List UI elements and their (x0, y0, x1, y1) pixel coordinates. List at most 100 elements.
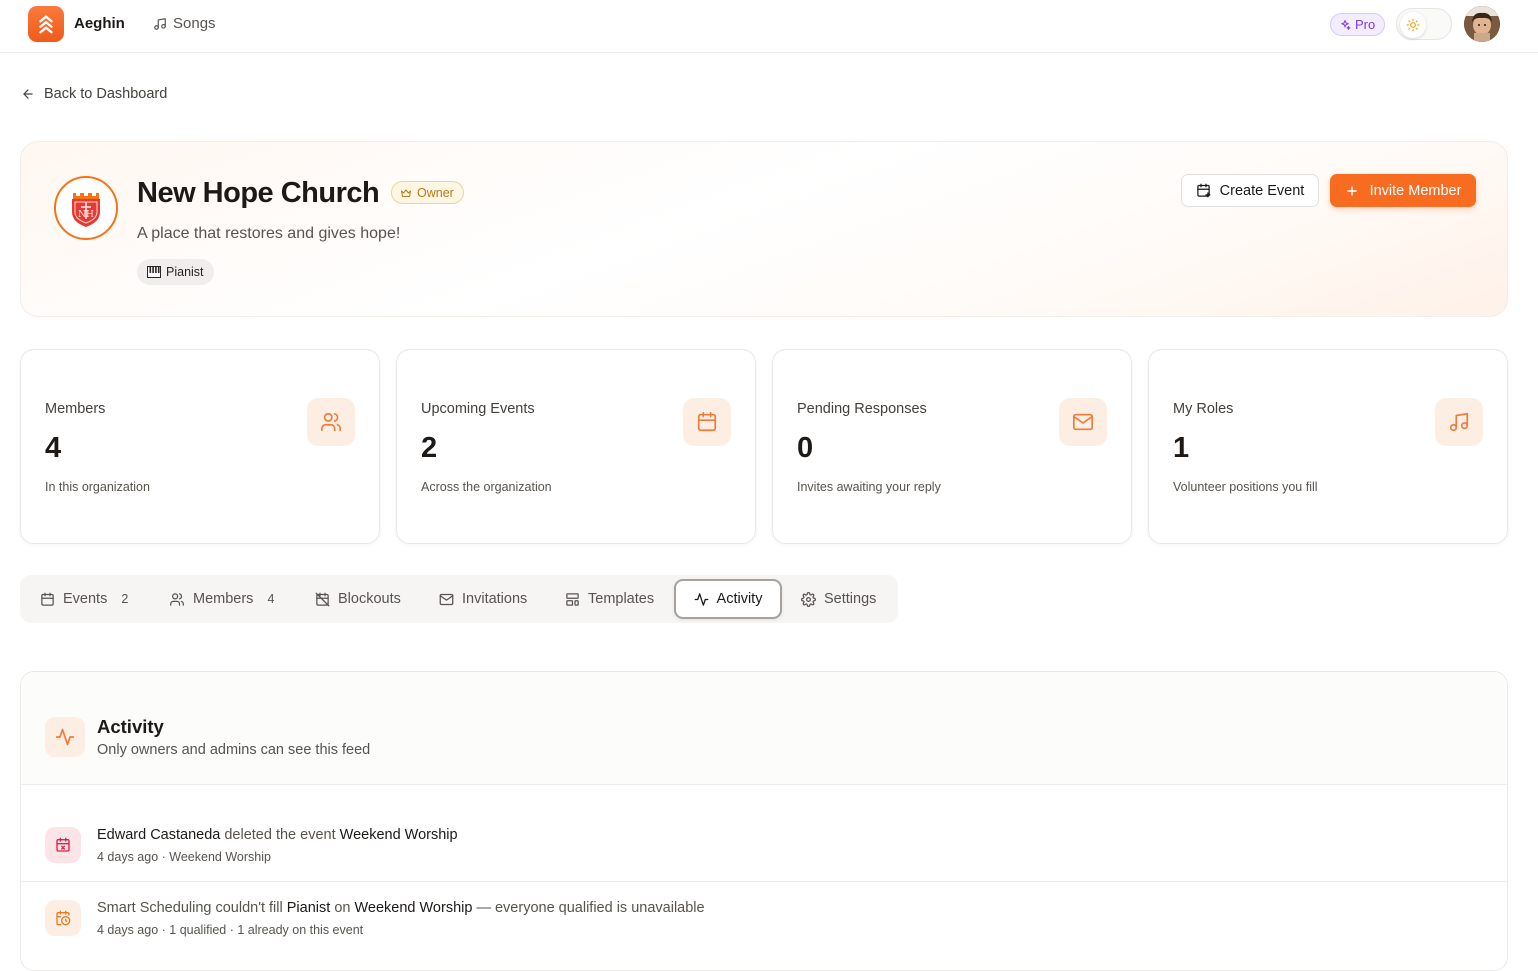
stat-card-my-roles: My Roles 1 Volunteer positions you fill (1148, 349, 1508, 544)
activity-role[interactable]: Pianist (287, 900, 331, 916)
activity-item-meta: 4 days ago · Weekend Worship (97, 850, 271, 864)
mail-icon (1059, 398, 1107, 446)
activity-item-meta: 4 days ago · 1 qualified · 1 already on … (97, 923, 364, 937)
avatar-image (1464, 6, 1500, 42)
tab-events[interactable]: Events 2 (40, 579, 128, 619)
activity-mid: on (330, 900, 355, 916)
owner-badge-label: Owner (417, 185, 454, 200)
activity-item: Edward Castaneda deleted the event Weeke… (21, 809, 1507, 882)
stat-card-pending-responses: Pending Responses 0 Invites awaiting you… (772, 349, 1132, 544)
tab-templates[interactable]: Templates (565, 579, 654, 619)
calendar-x-icon (45, 827, 81, 863)
role-chip-label: Pianist (166, 265, 204, 279)
nav-songs-link[interactable]: Songs (153, 15, 216, 32)
calendar-clock-icon (45, 900, 81, 936)
users-icon (170, 592, 184, 606)
layout-template-icon (566, 592, 579, 606)
arrow-left-icon (23, 89, 33, 99)
top-navbar: Aeghin Songs Pro (0, 0, 1538, 53)
music-note-icon (154, 17, 166, 30)
calendar-plus-icon (1196, 183, 1211, 198)
tab-label: Members (193, 591, 254, 607)
crown-icon (401, 189, 411, 197)
stat-card-upcoming-events: Upcoming Events 2 Across the organizatio… (396, 349, 756, 544)
pro-badge[interactable]: Pro (1330, 13, 1386, 36)
activity-pulse-icon (694, 592, 708, 606)
activity-panel: Activity Only owners and admins can see … (20, 671, 1508, 971)
activity-item: Smart Scheduling couldn't fill Pianist o… (21, 882, 1507, 956)
activity-pulse-icon (45, 717, 85, 757)
sparkles-icon (1341, 19, 1351, 30)
tab-label: Blockouts (338, 591, 401, 607)
tab-label: Templates (588, 591, 655, 607)
tab-label: Settings (824, 591, 877, 607)
stat-card-members: Members 4 In this organization (20, 349, 380, 544)
back-to-dashboard-link[interactable]: Back to Dashboard (21, 86, 167, 102)
svg-text:NH: NH (78, 210, 94, 220)
tab-settings[interactable]: Settings (801, 579, 876, 619)
create-event-button[interactable]: Create Event (1181, 174, 1319, 207)
stat-value: 2 (421, 432, 438, 464)
stat-label: My Roles (1173, 401, 1234, 417)
stat-subtext: Volunteer positions you fill (1173, 480, 1318, 494)
organization-header: NH New Hope Church Owner A place that re… (20, 141, 1508, 317)
invite-member-label: Invite Member (1369, 182, 1462, 199)
calendar-off-icon (315, 592, 330, 606)
activity-actor[interactable]: Edward Castaneda (97, 827, 220, 843)
tab-count: 2 (121, 592, 129, 606)
pro-badge-label: Pro (1355, 17, 1376, 32)
invite-member-button[interactable]: Invite Member (1330, 174, 1476, 207)
activity-item-text: Smart Scheduling couldn't fill Pianist o… (97, 900, 705, 916)
app-logo[interactable] (28, 6, 64, 42)
organization-logo: NH (54, 176, 118, 240)
tab-label: Events (63, 591, 108, 607)
tab-label: Activity (716, 591, 763, 607)
church-crest-icon: NH (72, 193, 100, 227)
tab-label: Invitations (462, 591, 528, 607)
mail-icon (439, 593, 454, 605)
stat-value: 1 (1173, 432, 1190, 464)
sun-icon (1406, 18, 1420, 32)
back-link-label: Back to Dashboard (44, 86, 168, 102)
stat-label: Members (45, 401, 106, 417)
theme-toggle[interactable] (1396, 8, 1452, 40)
organization-tabs: Events 2 Members 4 Blockouts Invitations… (20, 575, 898, 623)
user-avatar[interactable] (1464, 6, 1500, 42)
stat-value: 4 (45, 432, 62, 464)
activity-verb: deleted the event (220, 827, 340, 843)
activity-target[interactable]: Weekend Worship (340, 827, 458, 843)
calendar-icon (41, 592, 54, 606)
piano-keys-icon (147, 266, 161, 278)
users-icon (307, 398, 355, 446)
activity-subtitle: Only owners and admins can see this feed (97, 742, 371, 758)
brand-name[interactable]: Aeghin (74, 15, 125, 32)
activity-suffix: — everyone qualified is unavailable (472, 900, 705, 916)
stat-subtext: Invites awaiting your reply (797, 480, 941, 494)
organization-description: A place that restores and gives hope! (137, 225, 401, 242)
activity-panel-header: Activity Only owners and admins can see … (21, 672, 1507, 785)
stat-subtext: In this organization (45, 480, 150, 494)
stat-label: Upcoming Events (421, 401, 535, 417)
tab-count: 4 (267, 592, 275, 606)
tab-members[interactable]: Members 4 (169, 579, 274, 619)
activity-target[interactable]: Weekend Worship (354, 900, 472, 916)
tab-invitations[interactable]: Invitations (439, 579, 527, 619)
stat-value: 0 (797, 432, 814, 464)
activity-item-text: Edward Castaneda deleted the event Weeke… (97, 827, 458, 843)
activity-prefix: Smart Scheduling couldn't fill (97, 900, 287, 916)
calendar-icon (683, 398, 731, 446)
role-chip: Pianist (137, 259, 214, 285)
activity-title: Activity (97, 716, 164, 737)
logo-chevrons-icon (39, 15, 53, 34)
nav-songs-label: Songs (173, 15, 216, 32)
music-icon (1435, 398, 1483, 446)
stat-label: Pending Responses (797, 401, 927, 417)
create-event-label: Create Event (1219, 182, 1305, 199)
theme-toggle-knob (1400, 12, 1426, 38)
tab-blockouts[interactable]: Blockouts (315, 579, 401, 619)
stat-subtext: Across the organization (421, 480, 552, 494)
organization-name: New Hope Church (137, 177, 380, 209)
gear-icon (801, 591, 816, 607)
plus-icon (1346, 185, 1357, 196)
tab-activity[interactable]: Activity (674, 579, 782, 619)
